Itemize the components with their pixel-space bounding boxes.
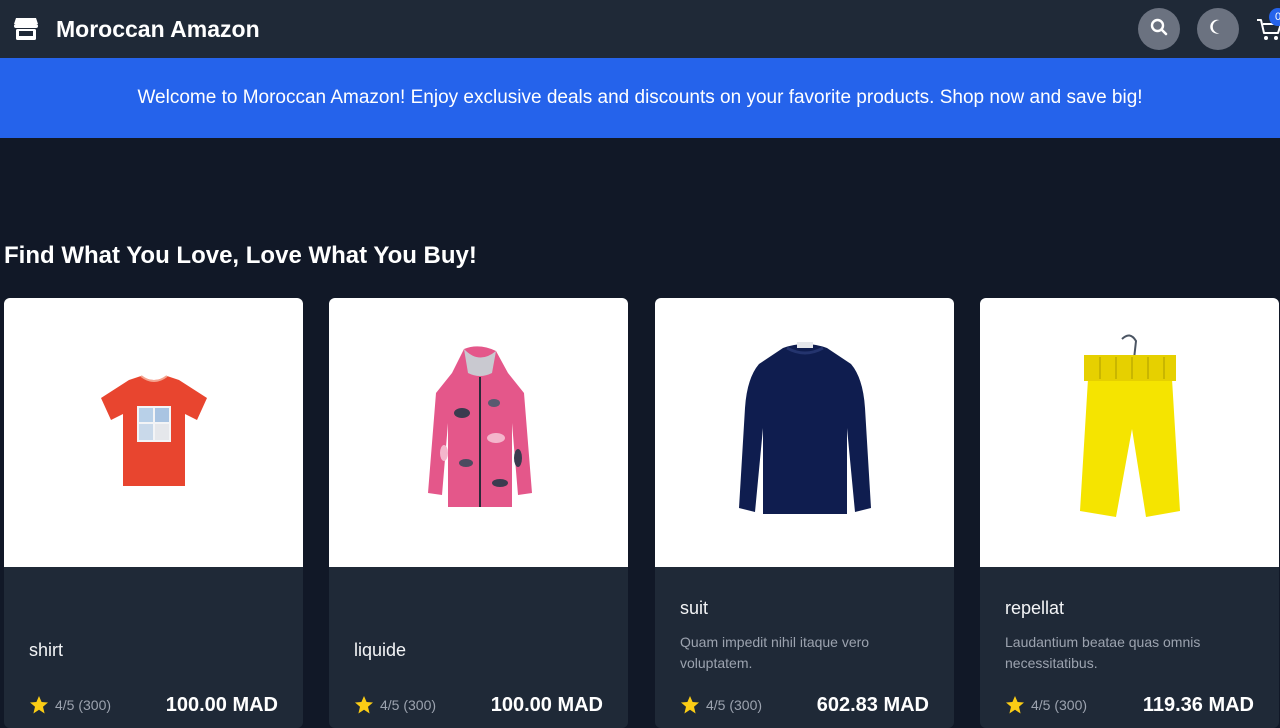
product-rating: 4/5 (300) <box>680 695 762 715</box>
rating-text: 4/5 (300) <box>1031 697 1088 713</box>
cart-button[interactable]: 0 <box>1255 8 1280 44</box>
product-image[interactable] <box>4 298 303 567</box>
product-footer: 4/5 (300) 100.00 MAD <box>354 692 603 718</box>
product-grid: shirt 4/5 (300) 100.00 MAD liquide 4/5 (… <box>4 298 1280 728</box>
product-name[interactable]: repellat <box>1005 598 1064 619</box>
product-footer: 4/5 (300) 602.83 MAD <box>680 692 929 718</box>
product-price: 602.83 MAD <box>816 693 929 716</box>
product-footer: 4/5 (300) 100.00 MAD <box>29 692 278 718</box>
promo-banner: Welcome to Moroccan Amazon! Enjoy exclus… <box>0 58 1280 138</box>
cart-icon <box>1255 19 1280 48</box>
product-image[interactable] <box>980 298 1279 567</box>
product-image[interactable] <box>329 298 628 567</box>
product-name[interactable]: shirt <box>29 640 63 661</box>
section-title: Find What You Love, Love What You Buy! <box>4 242 477 269</box>
rating-text: 4/5 (300) <box>706 697 763 713</box>
yellow-shorts-image <box>1079 334 1180 517</box>
product-card[interactable]: repellat Laudantium beatae quas omnis ne… <box>980 298 1279 728</box>
product-price: 100.00 MAD <box>490 693 603 716</box>
moon-icon <box>1209 18 1227 41</box>
rating-text: 4/5 (300) <box>380 697 437 713</box>
product-card[interactable]: liquide 4/5 (300) 100.00 MAD <box>329 298 628 728</box>
rating-text: 4/5 (300) <box>55 697 112 713</box>
product-description: Quam impedit nihil itaque vero voluptate… <box>680 634 870 671</box>
pink-camo-jacket-image <box>427 345 532 507</box>
star-icon <box>1005 695 1025 715</box>
search-icon <box>1150 18 1168 41</box>
star-icon <box>29 695 49 715</box>
product-rating: 4/5 (300) <box>1005 695 1087 715</box>
star-icon <box>680 695 700 715</box>
product-footer: 4/5 (300) 119.36 MAD <box>1005 692 1254 718</box>
nav-actions: 0 <box>1130 0 1280 58</box>
product-price: 100.00 MAD <box>165 693 278 716</box>
navy-sweater-image <box>738 341 871 514</box>
banner-text: Welcome to Moroccan Amazon! Enjoy exclus… <box>137 87 1143 108</box>
theme-toggle-button[interactable] <box>1197 8 1239 50</box>
star-icon <box>354 695 374 715</box>
brand-title: Moroccan Amazon <box>56 15 260 42</box>
product-name[interactable]: suit <box>680 598 708 619</box>
red-tshirt-image <box>100 374 207 486</box>
product-rating: 4/5 (300) <box>354 695 436 715</box>
navbar: Moroccan Amazon 0 <box>0 0 1280 58</box>
product-card[interactable]: suit Quam impedit nihil itaque vero volu… <box>655 298 954 728</box>
brand[interactable]: Moroccan Amazon <box>12 15 260 43</box>
product-rating: 4/5 (300) <box>29 695 111 715</box>
product-description: Laudantium beatae quas omnis necessitati… <box>1005 634 1201 671</box>
store-icon <box>12 15 40 43</box>
product-card[interactable]: shirt 4/5 (300) 100.00 MAD <box>4 298 303 728</box>
search-button[interactable] <box>1138 8 1180 50</box>
product-image[interactable] <box>655 298 954 567</box>
cart-count-badge: 0 <box>1269 8 1280 26</box>
product-name[interactable]: liquide <box>354 640 406 661</box>
product-price: 119.36 MAD <box>1142 693 1254 716</box>
